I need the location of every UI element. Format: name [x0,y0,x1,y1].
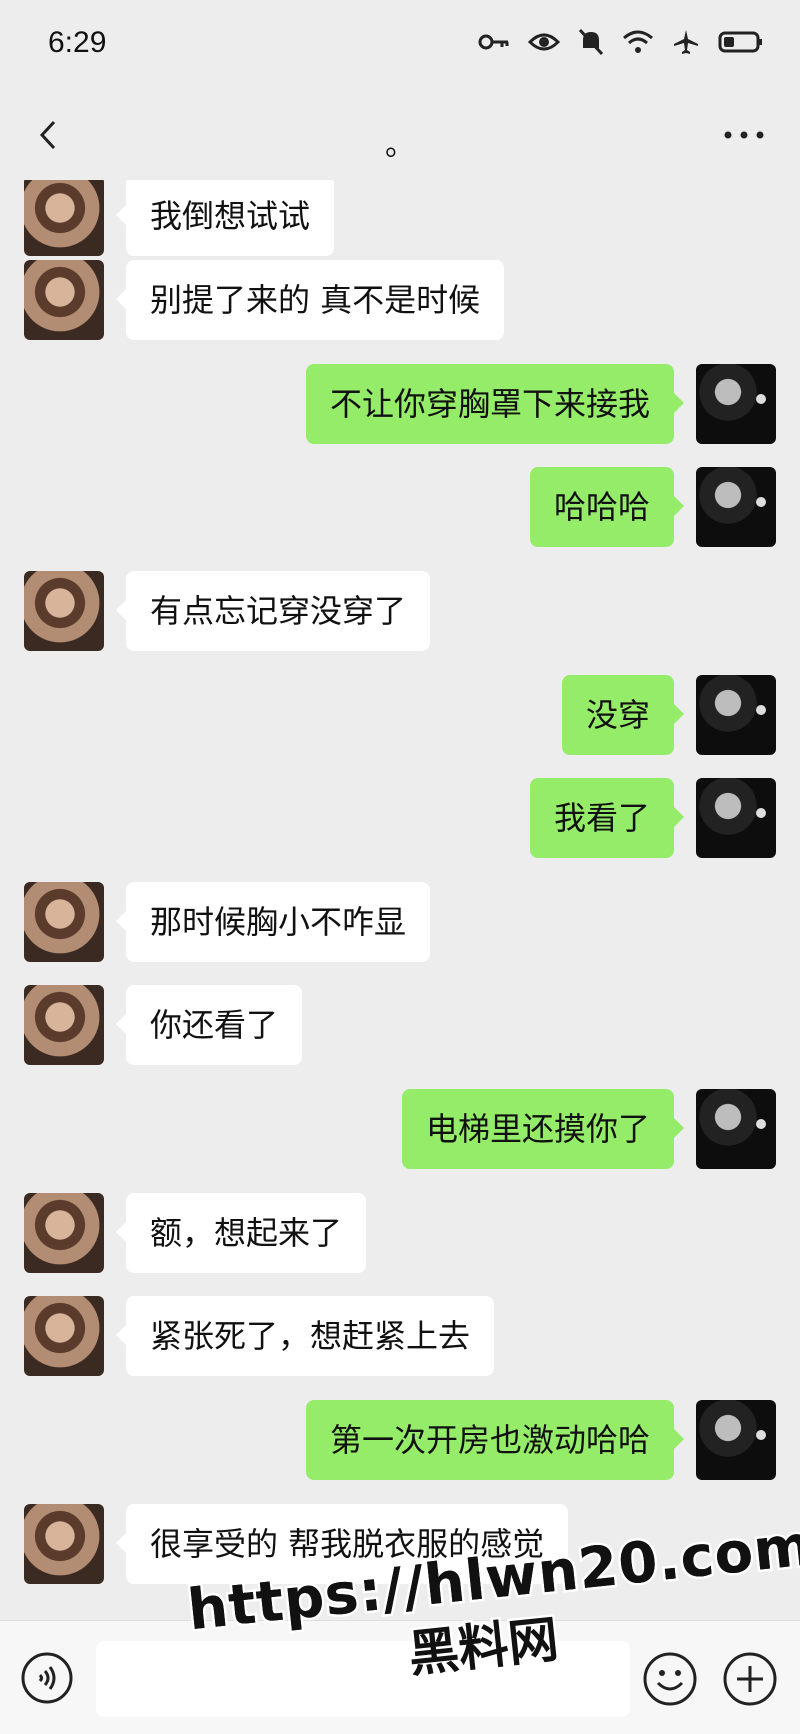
my-avatar[interactable] [696,467,776,547]
message-outgoing: 我看了 [0,774,800,858]
contact-avatar[interactable] [24,1504,104,1584]
airplane-icon [674,30,698,54]
message-bubble[interactable]: 你还看了 [115,985,303,1065]
my-avatar[interactable] [696,364,776,444]
status-bar: 6:29 [0,0,800,90]
message-outgoing: 不让你穿胸罩下来接我 [0,360,800,444]
message-incoming: 额，想起来了 [0,1189,800,1273]
contact-avatar[interactable] [24,571,104,651]
contact-avatar[interactable] [24,985,104,1065]
message-outgoing: 第一次开房也激动哈哈 [0,1396,800,1480]
contact-avatar[interactable] [24,1296,104,1376]
contact-avatar[interactable] [24,882,104,962]
message-bubble[interactable]: 电梯里还摸你了 [401,1089,685,1169]
nav-bar: 。 [0,90,800,180]
plus-icon[interactable] [722,1651,778,1707]
message-incoming: 别提了来的 真不是时候 [0,256,800,340]
chat-title: 。 [385,128,415,163]
message-bubble[interactable]: 不让你穿胸罩下来接我 [305,364,685,444]
message-incoming: 那时候胸小不咋显 [0,878,800,962]
my-avatar[interactable] [696,1400,776,1480]
message-bubble[interactable]: 没穿 [561,675,685,755]
message-incoming: 紧张死了，想赶紧上去 [0,1292,800,1376]
message-incoming: 我倒想试试 [0,180,800,256]
my-avatar[interactable] [696,1089,776,1169]
message-outgoing: 没穿 [0,671,800,755]
contact-avatar[interactable] [24,180,104,256]
eye-icon [528,33,560,51]
message-bubble[interactable]: 额，想起来了 [115,1193,367,1273]
voice-icon[interactable] [20,1651,74,1705]
status-icons [478,28,764,56]
message-bubble[interactable]: 第一次开房也激动哈哈 [305,1400,685,1480]
key-icon [478,34,509,50]
mute-bell-icon [578,28,604,56]
message-bubble[interactable]: 我看了 [529,778,685,858]
message-bubble[interactable]: 那时候胸小不咋显 [115,882,431,962]
message-bubble[interactable]: 有点忘记穿没穿了 [115,571,431,651]
message-outgoing: 哈哈哈 [0,463,800,547]
message-bubble[interactable]: 我倒想试试 [115,180,335,256]
battery-icon [718,31,762,53]
wifi-icon [623,30,653,53]
my-avatar[interactable] [696,675,776,755]
message-bubble[interactable]: 别提了来的 真不是时候 [115,260,505,340]
message-incoming: 有点忘记穿没穿了 [0,567,800,651]
contact-avatar[interactable] [24,260,104,340]
message-outgoing: 电梯里还摸你了 [0,1085,800,1169]
message-bubble[interactable]: 哈哈哈 [529,467,685,547]
message-bubble[interactable]: 紧张死了，想赶紧上去 [115,1296,495,1376]
status-time: 6:29 [48,26,107,59]
chat-messages[interactable]: 我倒想试试 别提了来的 真不是时候 不让你穿胸罩下来接我 哈哈哈 有点忘记穿没穿… [0,180,800,1620]
my-avatar[interactable] [696,778,776,858]
more-icon[interactable] [714,110,774,160]
contact-avatar[interactable] [24,1193,104,1273]
message-incoming: 你还看了 [0,981,800,1065]
